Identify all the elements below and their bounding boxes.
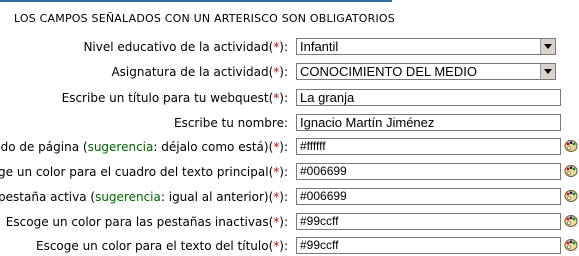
row-cuadro-texto: oge un color para el cuadro del texto pr… <box>0 163 579 182</box>
field-label: Asignatura de la actividad(*): <box>111 65 288 79</box>
field-label: Escribe un título para tu webquest(*): <box>61 91 288 105</box>
pestanas-inactivas-color-input[interactable]: #99ccff <box>296 213 561 230</box>
pestana-activa-color-input[interactable]: #006699 <box>296 188 561 205</box>
row-fondo-pagina: ndo de página (sugerencia: déjalo como e… <box>0 138 579 157</box>
nombre-input[interactable]: Ignacio Martín Jiménez <box>296 114 561 131</box>
titulo-input[interactable]: La granja <box>296 89 561 106</box>
palette-icon[interactable] <box>564 238 578 252</box>
nivel-educativo-select[interactable]: Infantil <box>296 38 556 55</box>
select-value: Infantil <box>300 39 339 54</box>
row-nombre: Escribe tu nombre: Ignacio Martín Jiméne… <box>0 114 579 133</box>
row-pestana-activa: pestaña activa (sugerencia: igual al ant… <box>0 188 579 207</box>
select-value: CONOCIMIENTO DEL MEDIO <box>300 64 477 79</box>
row-texto-titulo: Escoge un color para el texto del título… <box>0 237 579 256</box>
field-label: Nivel educativo de la actividad(*): <box>83 40 288 54</box>
row-pestanas-inactivas: Escoge un color para las pestañas inacti… <box>0 213 579 232</box>
palette-icon[interactable] <box>564 139 578 153</box>
row-asignatura: Asignatura de la actividad(*): CONOCIMIE… <box>0 63 579 82</box>
cuadro-texto-color-input[interactable]: #006699 <box>296 163 561 180</box>
palette-icon[interactable] <box>564 214 578 228</box>
row-titulo: Escribe un título para tu webquest(*): L… <box>0 89 579 108</box>
asignatura-select[interactable]: CONOCIMIENTO DEL MEDIO <box>296 63 556 80</box>
field-label: oge un color para el cuadro del texto pr… <box>0 165 288 179</box>
header-rule <box>0 0 392 2</box>
chevron-down-icon[interactable] <box>540 39 555 54</box>
required-notice: LOS CAMPOS SEÑALADOS CON UN ARTERISCO SO… <box>14 12 395 25</box>
palette-icon[interactable] <box>564 189 578 203</box>
chevron-down-icon[interactable] <box>540 64 555 79</box>
field-label: Escribe tu nombre: <box>174 116 288 130</box>
palette-icon[interactable] <box>564 164 578 178</box>
field-label: Escoge un color para las pestañas inacti… <box>5 215 288 229</box>
fondo-pagina-color-input[interactable]: #ffffff <box>296 138 561 155</box>
row-nivel-educativo: Nivel educativo de la actividad(*): Infa… <box>0 38 579 57</box>
field-label: Escoge un color para el texto del título… <box>35 239 288 253</box>
field-label: ndo de página (sugerencia: déjalo como e… <box>0 140 288 154</box>
texto-titulo-color-input[interactable]: #99ccff <box>296 237 561 254</box>
field-label: pestaña activa (sugerencia: igual al ant… <box>0 190 288 204</box>
